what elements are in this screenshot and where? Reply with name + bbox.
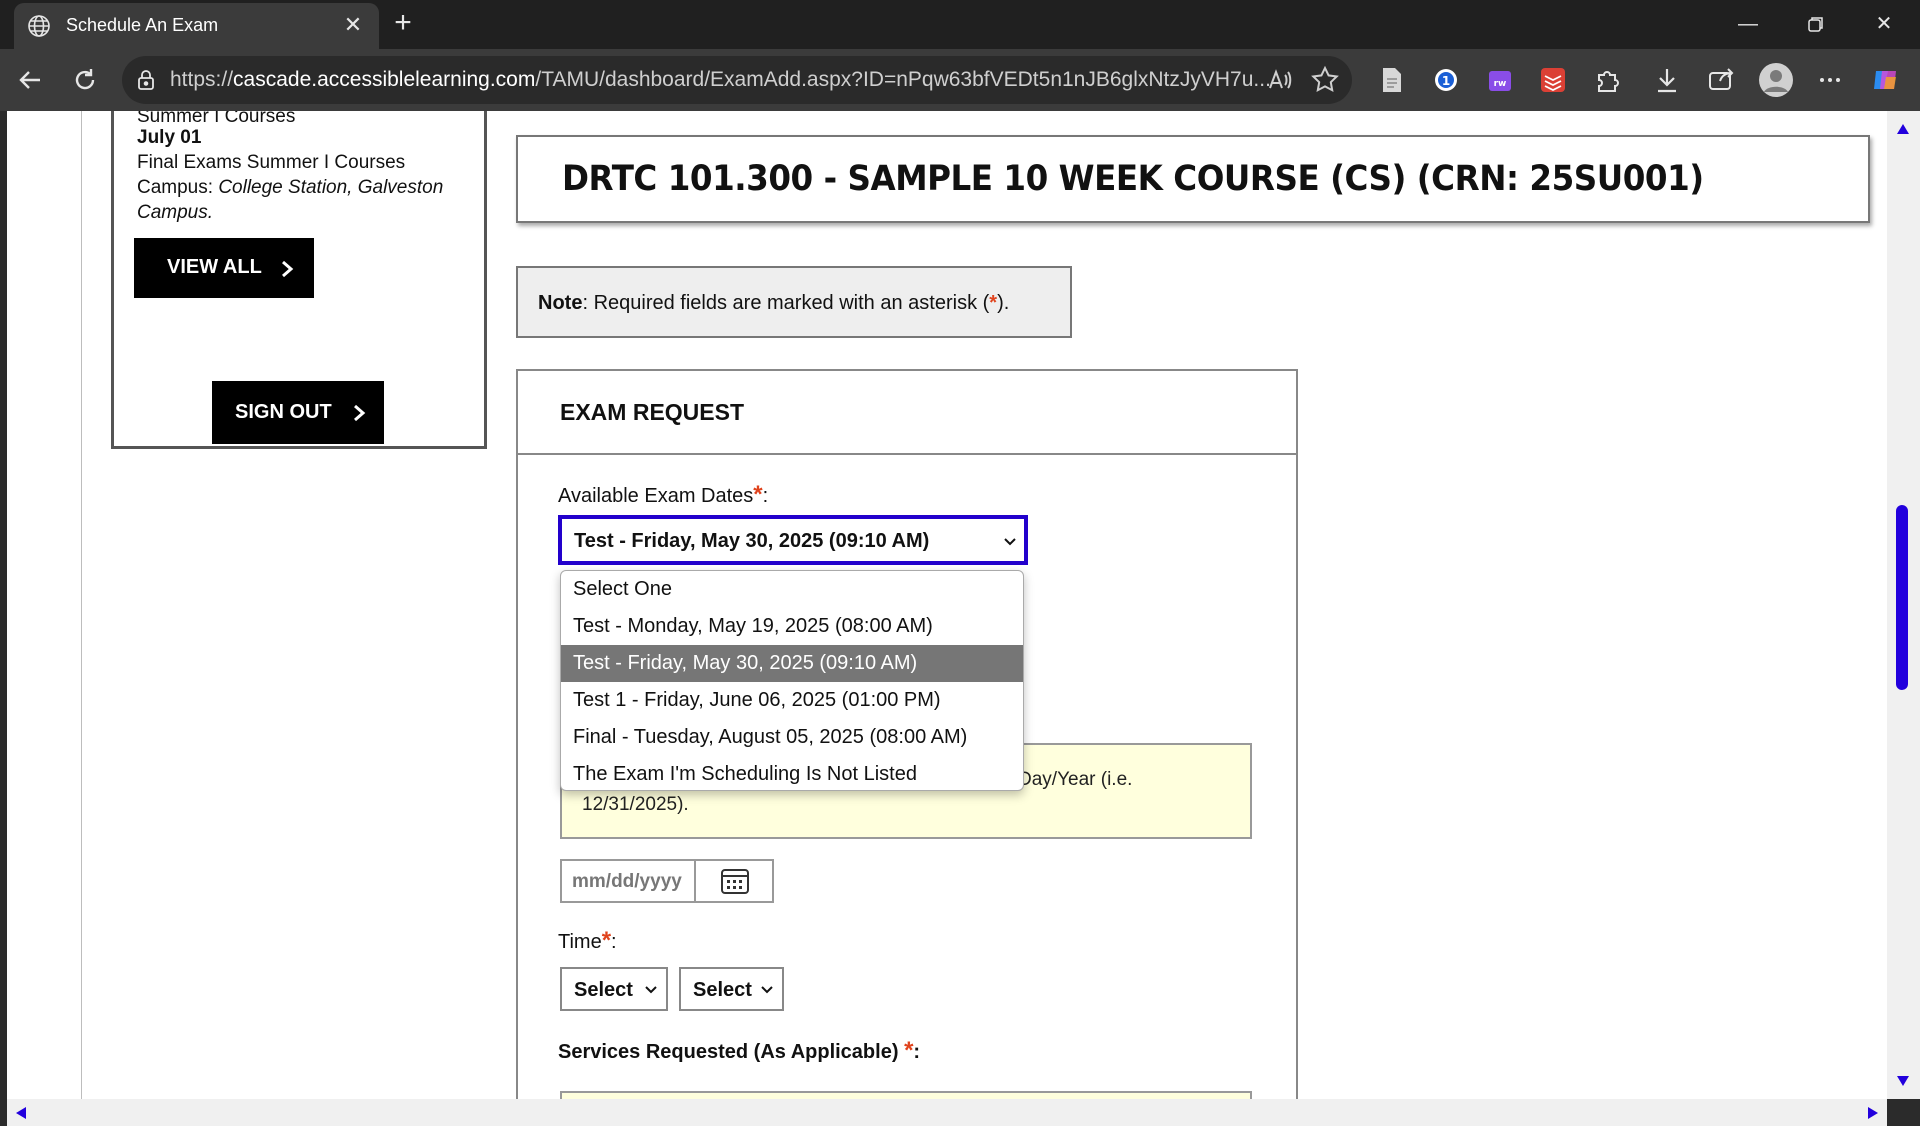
exam-date-option[interactable]: Test - Monday, May 19, 2025 (08:00 AM): [561, 608, 1023, 645]
lock-icon[interactable]: [134, 68, 158, 92]
sign-out-label: SIGN OUT: [235, 401, 332, 423]
close-window-icon[interactable]: ✕: [1860, 6, 1908, 42]
extensions-icon[interactable]: [1590, 63, 1624, 97]
course-title-box: DRTC 101.300 - SAMPLE 10 WEEK COURSE (CS…: [516, 135, 1870, 223]
exam-request-header: EXAM REQUEST: [518, 371, 1296, 455]
note-text: Note: Required fields are marked with an…: [538, 292, 1010, 314]
chevron-right-icon: [282, 260, 294, 278]
exam-date-option-highlighted[interactable]: Test - Friday, May 30, 2025 (09:10 AM): [561, 645, 1023, 682]
refresh-icon[interactable]: [66, 61, 104, 99]
page-viewport: Summer I Courses July 01 Final Exams Sum…: [7, 111, 1887, 1099]
calendar-icon: [721, 869, 749, 894]
read-aloud-icon[interactable]: [1262, 63, 1296, 97]
profile-avatar[interactable]: [1757, 61, 1795, 99]
downloads-icon[interactable]: [1650, 63, 1684, 97]
share-icon[interactable]: [1704, 63, 1738, 97]
tab-title: Schedule An Exam: [66, 15, 219, 35]
exam-date-select[interactable]: Test - Friday, May 30, 2025 (09:10 AM): [558, 515, 1028, 565]
services-label: Services Requested (As Applicable) *:: [558, 1037, 921, 1064]
scroll-left-icon[interactable]: [15, 1106, 27, 1120]
browser-tab[interactable]: Schedule An Exam ✕: [14, 3, 379, 49]
page-left-border: [81, 111, 82, 1099]
time-hour-value: Select: [574, 979, 633, 1001]
exam-date-option[interactable]: Final - Tuesday, August 05, 2025 (08:00 …: [561, 719, 1023, 756]
tab-bar: Schedule An Exam ✕ + — ✕: [0, 0, 1920, 49]
restore-icon[interactable]: [1792, 6, 1840, 42]
sidebar-event: Final Exams Summer I Courses: [137, 152, 406, 173]
browser-toolbar: https://cascade.accessiblelearning.com/T…: [0, 49, 1920, 111]
back-icon[interactable]: [12, 61, 50, 99]
horizontal-scrollbar[interactable]: [7, 1099, 1887, 1126]
sidebar-campus: Campus: College Station, Galveston: [137, 177, 444, 198]
exam-date-selected-value: Test - Friday, May 30, 2025 (09:10 AM): [574, 530, 930, 552]
exam-request-heading: EXAM REQUEST: [560, 399, 745, 425]
exam-date-options-list: Select One Test - Monday, May 19, 2025 (…: [560, 570, 1024, 791]
svg-text:1: 1: [1442, 74, 1450, 88]
copilot-icon[interactable]: [1868, 63, 1902, 97]
chevron-down-icon: [645, 986, 657, 994]
chevron-down-icon: [1004, 538, 1016, 546]
course-title: DRTC 101.300 - SAMPLE 10 WEEK COURSE (CS…: [562, 159, 1704, 199]
more-options-icon[interactable]: [1813, 63, 1847, 97]
vertical-scroll-thumb[interactable]: [1896, 505, 1908, 690]
services-requested-box: [560, 1091, 1252, 1099]
calendar-button[interactable]: [694, 861, 772, 901]
sign-out-button[interactable]: SIGN OUT: [212, 381, 384, 444]
exam-date-option[interactable]: Test 1 - Friday, June 06, 2025 (01:00 PM…: [561, 682, 1023, 719]
time-minute-select[interactable]: Select: [679, 967, 784, 1011]
favorite-star-icon[interactable]: [1308, 63, 1342, 97]
chevron-right-icon: [354, 404, 366, 422]
scroll-right-icon[interactable]: [1867, 1106, 1879, 1120]
time-label: Time*:: [558, 927, 617, 954]
svg-text:rw: rw: [1494, 79, 1507, 89]
address-bar[interactable]: https://cascade.accessiblelearning.com/T…: [122, 56, 1352, 104]
todoist-icon[interactable]: [1536, 63, 1570, 97]
date-placeholder: mm/dd/yyyy: [572, 871, 682, 892]
view-all-button[interactable]: VIEW ALL: [134, 238, 314, 298]
exam-date-option[interactable]: The Exam I'm Scheduling Is Not Listed: [561, 756, 1023, 790]
scroll-down-icon[interactable]: [1896, 1075, 1910, 1087]
close-tab-icon[interactable]: ✕: [339, 11, 367, 39]
required-note: Note: Required fields are marked with an…: [516, 266, 1072, 338]
exam-date-input[interactable]: mm/dd/yyyy: [560, 859, 774, 903]
chevron-down-icon: [761, 986, 773, 994]
new-tab-icon[interactable]: +: [386, 7, 420, 41]
document-icon[interactable]: [1374, 63, 1408, 97]
globe-icon: [28, 15, 50, 37]
available-dates-label: Available Exam Dates*:: [558, 481, 769, 508]
exam-request-card: EXAM REQUEST Available Exam Dates*: Test…: [516, 369, 1298, 1099]
extension-puzzle-purple-icon[interactable]: rw: [1483, 63, 1517, 97]
scroll-up-icon[interactable]: [1896, 123, 1910, 135]
time-hour-select[interactable]: Select: [560, 967, 668, 1011]
minimize-icon[interactable]: —: [1724, 6, 1772, 42]
time-minute-value: Select: [693, 979, 752, 1001]
url-text[interactable]: https://cascade.accessiblelearning.com/T…: [170, 68, 1271, 92]
view-all-label: VIEW ALL: [167, 256, 262, 278]
password-manager-icon[interactable]: 1: [1429, 63, 1463, 97]
exam-date-option[interactable]: Select One: [561, 571, 1023, 608]
sidebar-date: July 01: [137, 127, 202, 148]
sidebar-campus-cont: Campus.: [137, 202, 214, 223]
